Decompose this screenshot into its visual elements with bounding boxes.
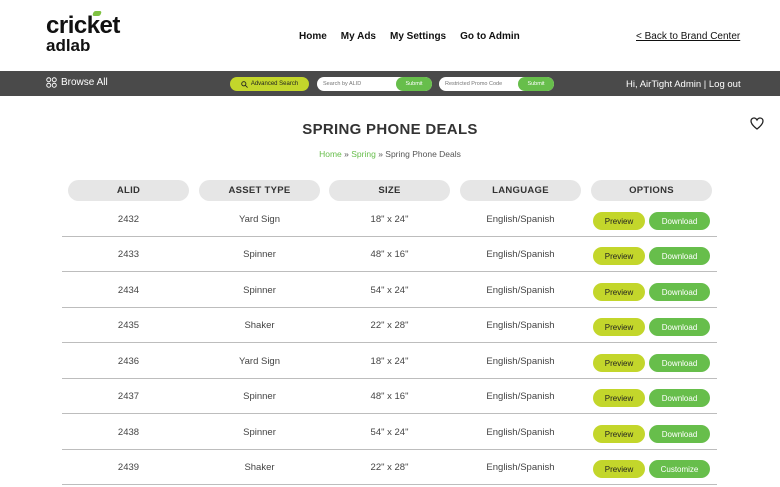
- download-button[interactable]: Download: [649, 389, 710, 407]
- grid-icon: [46, 77, 57, 88]
- cell-asset-type: Spinner: [243, 427, 276, 438]
- page-title: SPRING PHONE DEALS: [302, 121, 478, 138]
- download-button[interactable]: Download: [649, 247, 710, 265]
- cell-size: 18" x 24": [370, 356, 409, 367]
- cell-language: English/Spanish: [486, 214, 555, 225]
- nav-my-ads[interactable]: My Ads: [341, 31, 376, 42]
- download-button[interactable]: Download: [649, 318, 710, 336]
- cricket-adlab-logo[interactable]: cricket adlab: [46, 11, 136, 56]
- breadcrumb: Home » Spring » Spring Phone Deals: [0, 149, 780, 159]
- cell-asset-type: Spinner: [243, 391, 276, 402]
- preview-button[interactable]: Preview: [593, 318, 645, 336]
- column-header-alid: ALID: [68, 180, 189, 201]
- cell-alid: 2432: [117, 214, 140, 225]
- table-row: 2433 Spinner 48" x 16" English/Spanish P…: [62, 237, 717, 272]
- breadcrumb-separator: »: [341, 149, 352, 159]
- advanced-search-label: Advanced Search: [250, 81, 299, 87]
- table-row: 2434 Spinner 54" x 24" English/Spanish P…: [62, 273, 717, 308]
- browse-all-label: Browse All: [61, 77, 108, 88]
- cell-alid: 2439: [117, 462, 140, 473]
- alid-search-input[interactable]: [323, 79, 395, 89]
- download-button[interactable]: Download: [649, 212, 710, 230]
- nav-my-settings[interactable]: My Settings: [390, 31, 446, 42]
- cell-size: 18" x 24": [370, 214, 409, 225]
- promo-code-box: Submit: [439, 77, 554, 91]
- cell-asset-type: Shaker: [244, 462, 275, 473]
- alid-search-box: Submit: [317, 77, 432, 91]
- alid-submit-button[interactable]: Submit: [396, 77, 432, 91]
- download-button[interactable]: Download: [649, 425, 710, 443]
- breadcrumb-home[interactable]: Home: [319, 149, 342, 159]
- top-header: cricket adlab Home My Ads My Settings Go…: [0, 0, 780, 71]
- browse-all-button[interactable]: Browse All: [46, 77, 108, 88]
- cell-alid: 2436: [117, 356, 140, 367]
- breadcrumb-spring[interactable]: Spring: [351, 149, 376, 159]
- column-header-language: LANGUAGE: [460, 180, 581, 201]
- cell-language: English/Spanish: [486, 462, 555, 473]
- preview-button[interactable]: Preview: [593, 460, 645, 478]
- preview-button[interactable]: Preview: [593, 283, 645, 301]
- table-row: 2436 Yard Sign 18" x 24" English/Spanish…: [62, 344, 717, 379]
- cell-alid: 2437: [117, 391, 140, 402]
- cell-alid: 2433: [117, 249, 140, 260]
- user-greeting[interactable]: Hi, AirTight Admin | Log out: [626, 79, 741, 90]
- download-button[interactable]: Download: [649, 354, 710, 372]
- cell-language: English/Spanish: [486, 391, 555, 402]
- column-header-asset-type: ASSET TYPE: [199, 180, 320, 201]
- download-button[interactable]: Download: [649, 283, 710, 301]
- table-row: 2435 Shaker 22" x 28" English/Spanish Pr…: [62, 308, 717, 343]
- cell-language: English/Spanish: [486, 427, 555, 438]
- advanced-search-button[interactable]: Advanced Search: [230, 77, 309, 91]
- preview-button[interactable]: Preview: [593, 247, 645, 265]
- promo-submit-button[interactable]: Submit: [518, 77, 554, 91]
- breadcrumb-current: Spring Phone Deals: [385, 149, 461, 159]
- cell-asset-type: Spinner: [243, 285, 276, 296]
- cell-asset-type: Yard Sign: [238, 356, 280, 367]
- preview-button[interactable]: Preview: [593, 425, 645, 443]
- customize-button[interactable]: Customize: [649, 460, 710, 478]
- nav-go-to-admin[interactable]: Go to Admin: [460, 31, 520, 42]
- nav-home[interactable]: Home: [299, 31, 327, 42]
- cell-alid: 2438: [117, 427, 140, 438]
- main-nav: Home My Ads My Settings Go to Admin: [299, 31, 520, 42]
- logo-word-adlab: adlab: [46, 36, 91, 55]
- column-header-options: OPTIONS: [591, 180, 712, 201]
- cell-size: 54" x 24": [370, 285, 409, 296]
- logo-word-cricket: cricket: [46, 12, 120, 39]
- cell-language: English/Spanish: [486, 320, 555, 331]
- table-row: 2439 Shaker 22" x 28" English/Spanish Pr…: [62, 450, 717, 485]
- cell-size: 22" x 28": [370, 462, 409, 473]
- table-row: 2437 Spinner 48" x 16" English/Spanish P…: [62, 379, 717, 414]
- cell-size: 48" x 16": [370, 391, 409, 402]
- cell-language: English/Spanish: [486, 249, 555, 260]
- preview-button[interactable]: Preview: [593, 389, 645, 407]
- search-icon: [241, 80, 248, 88]
- promo-code-input[interactable]: [445, 79, 517, 89]
- cell-alid: 2434: [117, 285, 140, 296]
- cell-asset-type: Shaker: [244, 320, 275, 331]
- cell-size: 48" x 16": [370, 249, 409, 260]
- cell-size: 22" x 28": [370, 320, 409, 331]
- preview-button[interactable]: Preview: [593, 212, 645, 230]
- cell-language: English/Spanish: [486, 356, 555, 367]
- preview-button[interactable]: Preview: [593, 354, 645, 372]
- cell-language: English/Spanish: [486, 285, 555, 296]
- cell-asset-type: Yard Sign: [238, 214, 280, 225]
- breadcrumb-separator: »: [375, 149, 386, 159]
- table-row: 2432 Yard Sign 18" x 24" English/Spanish…: [62, 202, 717, 237]
- cell-alid: 2435: [117, 320, 140, 331]
- cell-size: 54" x 24": [370, 427, 409, 438]
- toolbar: Browse All Advanced Search Submit Submit…: [0, 71, 780, 96]
- table-row: 2438 Spinner 54" x 24" English/Spanish P…: [62, 415, 717, 450]
- column-header-size: SIZE: [329, 180, 450, 201]
- back-to-brand-center-link[interactable]: < Back to Brand Center: [636, 31, 740, 42]
- cell-asset-type: Spinner: [243, 249, 276, 260]
